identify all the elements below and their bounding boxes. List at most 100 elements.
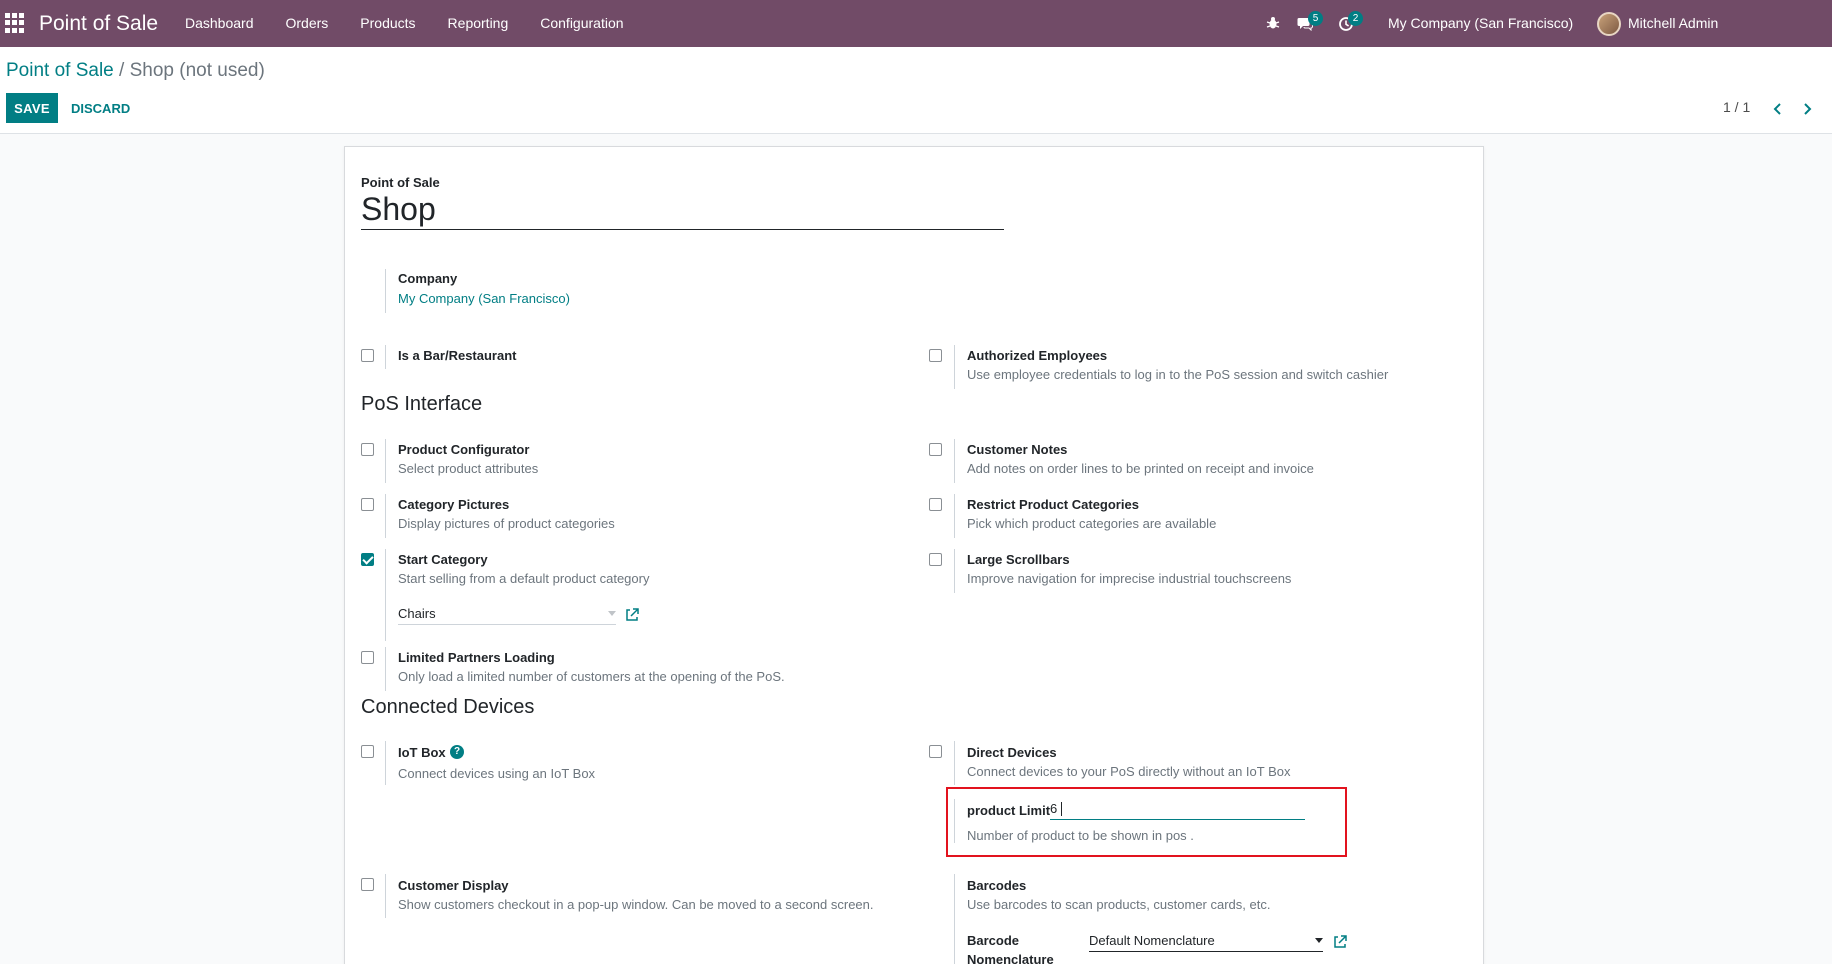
authorized-separator [954, 345, 955, 389]
iot-box-label: IoT Box [398, 745, 446, 760]
user-avatar[interactable] [1597, 12, 1621, 36]
menu-configuration[interactable]: Configuration [540, 0, 623, 47]
limited-partners-label: Limited Partners Loading [398, 650, 555, 665]
authorized-employees-label: Authorized Employees [967, 348, 1108, 363]
save-button[interactable]: SAVE [6, 93, 58, 123]
is-bar-restaurant-label: Is a Bar/Restaurant [398, 348, 517, 363]
product-limit-label: product Limit [967, 803, 1051, 818]
connected-devices-title: Connected Devices [361, 696, 535, 718]
direct-devices-checkbox[interactable] [929, 745, 942, 758]
debug-bug-icon[interactable] [1266, 16, 1280, 30]
company-separator [385, 269, 386, 313]
customer-notes-separator [954, 439, 955, 483]
barcode-nomenclature-label-line1: Barcode [967, 933, 1020, 948]
form-sheet: Point of Sale Shop Company My Company (S… [344, 146, 1484, 964]
limited-partners-separator [385, 647, 386, 691]
breadcrumb-separator: / [119, 60, 125, 81]
messages-count-badge: 5 [1308, 11, 1323, 26]
external-link-icon[interactable] [625, 608, 639, 622]
iot-box-desc: Connect devices using an IoT Box [398, 766, 596, 781]
restrict-categories-checkbox[interactable] [929, 498, 942, 511]
product-limit-input[interactable]: 6 [1050, 800, 1305, 820]
pager-previous-icon[interactable] [1770, 101, 1786, 117]
barcode-nomenclature-value: Default Nomenclature [1089, 933, 1215, 948]
external-link-icon[interactable] [1333, 935, 1347, 949]
product-limit-highlight-box [946, 787, 1347, 857]
customer-notes-label: Customer Notes [967, 442, 1068, 457]
pos-interface-title: PoS Interface [361, 393, 483, 415]
breadcrumb: Point of Sale / Shop (not used) [6, 60, 265, 82]
category-pictures-desc: Display pictures of product categories [398, 516, 615, 531]
category-pictures-label: Category Pictures [398, 497, 510, 512]
start-category-value: Chairs [398, 606, 436, 621]
discard-button[interactable]: DISCARD [66, 93, 135, 123]
start-category-separator [385, 549, 386, 641]
product-configurator-separator [385, 439, 386, 483]
iot-box-checkbox[interactable] [361, 745, 374, 758]
product-configurator-desc: Select product attributes [398, 461, 539, 476]
barcodes-desc: Use barcodes to scan products, customer … [967, 897, 1271, 912]
barcodes-label: Barcodes [967, 878, 1027, 893]
help-question-icon[interactable]: ? [450, 745, 464, 759]
pager-next-icon[interactable] [1799, 101, 1815, 117]
app-brand[interactable]: Point of Sale [39, 12, 158, 36]
limited-partners-desc: Only load a limited number of customers … [398, 669, 785, 684]
text-cursor [1061, 802, 1063, 817]
large-scrollbars-label: Large Scrollbars [967, 552, 1070, 567]
breadcrumb-current: Shop (not used) [129, 60, 265, 81]
large-scrollbars-separator [954, 549, 955, 593]
is-bar-restaurant-checkbox[interactable] [361, 349, 374, 362]
restrict-categories-desc: Pick which product categories are availa… [967, 516, 1217, 531]
company-label: Company [398, 271, 458, 286]
customer-display-checkbox[interactable] [361, 878, 374, 891]
customer-notes-desc: Add notes on order lines to be printed o… [967, 461, 1314, 476]
user-menu[interactable]: Mitchell Admin (product_limit_15) [1628, 0, 1832, 78]
menu-dashboard[interactable]: Dashboard [185, 0, 254, 47]
customer-notes-checkbox[interactable] [929, 443, 942, 456]
company-switcher[interactable]: My Company (San Francisco) [1388, 0, 1573, 47]
start-category-select[interactable]: Chairs [398, 605, 616, 625]
control-panel: Point of Sale / Shop (not used) SAVE DIS… [0, 47, 1832, 134]
menu-products[interactable]: Products [360, 0, 415, 47]
chevron-down-icon [1315, 938, 1323, 943]
menu-reporting[interactable]: Reporting [448, 0, 509, 47]
authorized-employees-desc: Use employee credentials to log in to th… [967, 367, 1389, 382]
pager-value[interactable]: 1 / 1 [1723, 99, 1750, 115]
name-field-label: Point of Sale [361, 175, 440, 190]
chevron-down-icon [608, 611, 616, 616]
main-menu: Dashboard Orders Products Reporting Conf… [185, 0, 656, 47]
start-category-desc: Start selling from a default product cat… [398, 571, 650, 586]
product-limit-separator [954, 799, 955, 843]
is-bar-separator [385, 345, 386, 369]
apps-menu-icon[interactable] [5, 13, 25, 33]
barcodes-separator [954, 874, 955, 964]
large-scrollbars-checkbox[interactable] [929, 553, 942, 566]
breadcrumb-root[interactable]: Point of Sale [6, 60, 114, 81]
direct-devices-label: Direct Devices [967, 745, 1057, 760]
barcode-nomenclature-label-line2: Nomenclature [967, 952, 1054, 964]
customer-display-desc: Show customers checkout in a pop-up wind… [398, 897, 874, 912]
product-configurator-checkbox[interactable] [361, 443, 374, 456]
direct-devices-separator [954, 741, 955, 785]
restrict-categories-separator [954, 494, 955, 538]
direct-devices-desc: Connect devices to your PoS directly wit… [967, 764, 1291, 779]
top-navbar: Point of Sale Dashboard Orders Products … [0, 0, 1832, 78]
product-limit-desc: Number of product to be shown in pos . [967, 828, 1194, 843]
iot-box-separator [385, 741, 386, 785]
category-pictures-separator [385, 494, 386, 538]
large-scrollbars-desc: Improve navigation for imprecise industr… [967, 571, 1292, 586]
customer-display-separator [385, 874, 386, 918]
start-category-checkbox[interactable] [361, 553, 374, 566]
limited-partners-checkbox[interactable] [361, 651, 374, 664]
customer-display-label: Customer Display [398, 878, 509, 893]
company-value-link[interactable]: My Company (San Francisco) [398, 291, 570, 306]
menu-orders[interactable]: Orders [286, 0, 329, 47]
product-configurator-label: Product Configurator [398, 442, 530, 457]
activities-count-badge: 2 [1348, 11, 1363, 26]
product-limit-value: 6 [1050, 801, 1058, 816]
restrict-categories-label: Restrict Product Categories [967, 497, 1139, 512]
name-input[interactable]: Shop [361, 189, 1004, 230]
authorized-employees-checkbox[interactable] [929, 349, 942, 362]
barcode-nomenclature-select[interactable]: Default Nomenclature [1089, 932, 1323, 952]
category-pictures-checkbox[interactable] [361, 498, 374, 511]
